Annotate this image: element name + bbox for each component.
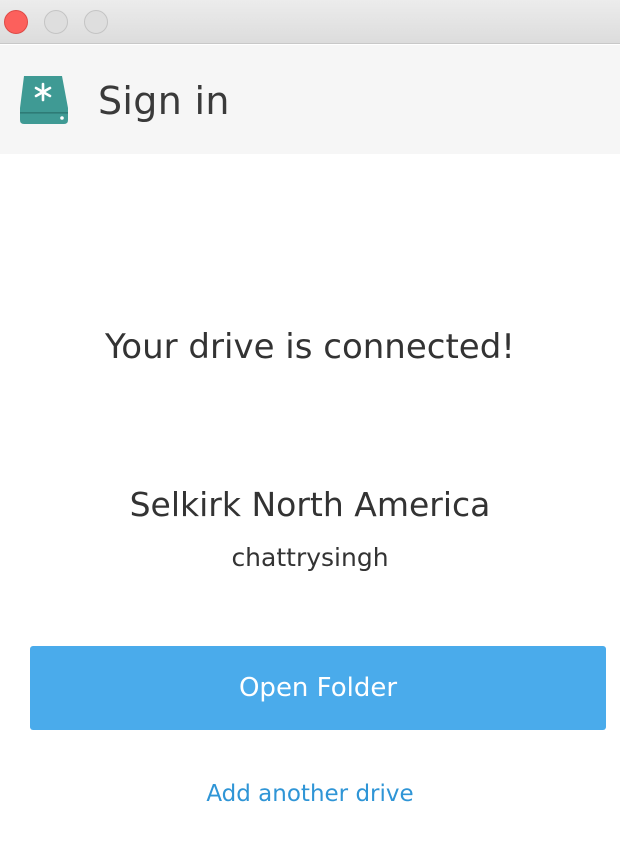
minimize-window-button[interactable] (44, 10, 68, 34)
close-window-button[interactable] (4, 10, 28, 34)
username: chattrysingh (231, 543, 389, 572)
app-window: Sign in Your drive is connected! Selkirk… (0, 0, 620, 846)
page-title: Sign in (98, 79, 230, 123)
drive-name: Selkirk North America (129, 485, 491, 524)
add-another-drive-link[interactable]: Add another drive (0, 777, 620, 811)
connection-status-text: Your drive is connected! (105, 327, 515, 367)
title-bar[interactable] (0, 0, 620, 44)
maximize-window-button[interactable] (84, 10, 108, 34)
header: Sign in (0, 45, 620, 154)
open-folder-button[interactable]: Open Folder (30, 646, 606, 730)
drive-icon (18, 74, 70, 126)
